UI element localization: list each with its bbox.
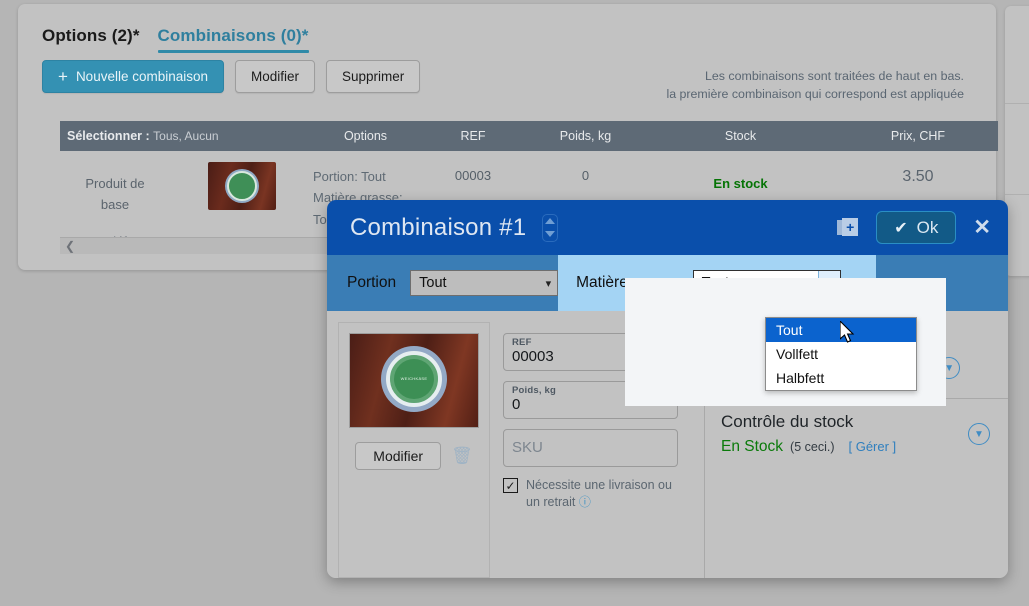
trash-icon[interactable]: 🗑 bbox=[451, 446, 473, 466]
manage-stock-link[interactable]: [ Gérer ] bbox=[848, 439, 896, 454]
toolbar: + Nouvelle combinaison Modifier Supprime… bbox=[42, 60, 421, 93]
dialog-titlebar: Combinaison #1 + ✔ Ok ✕ bbox=[327, 200, 1008, 255]
weight-field-label: Poids, kg bbox=[512, 385, 557, 396]
edit-label: Modifier bbox=[251, 69, 300, 84]
weight-field[interactable]: Poids, kg 0 bbox=[503, 381, 678, 419]
new-combination-button[interactable]: + Nouvelle combinaison bbox=[42, 60, 225, 93]
fat-value: Tout bbox=[701, 275, 730, 291]
stock-status: En Stock bbox=[721, 438, 784, 455]
shipping-line-2: un retrait bbox=[526, 494, 576, 509]
note-line-2: la première combinaison qui correspond e… bbox=[666, 86, 964, 101]
header-options: Options bbox=[343, 129, 388, 143]
tab-bar: Options (2)* Combinaisons (0)* bbox=[42, 26, 309, 53]
portion-option-group: Portion Tout ▾ bbox=[327, 255, 559, 311]
row-select-line2: base bbox=[100, 196, 130, 212]
stock-status-row: En Stock (5 ceci.) [ Gérer ] bbox=[721, 438, 953, 456]
chevron-down-icon: ▾ bbox=[545, 277, 552, 290]
fat-select[interactable]: Tout ▾ bbox=[692, 270, 841, 296]
right-edge-panel bbox=[1005, 6, 1029, 276]
weight-field-value: 0 bbox=[512, 396, 521, 413]
ok-label: Ok bbox=[916, 217, 939, 237]
ref-field-label: REF bbox=[512, 337, 532, 348]
dropdown-option-halbfett[interactable]: Halbfett bbox=[766, 366, 916, 390]
dialog-title-actions: + ✔ Ok ✕ bbox=[837, 211, 991, 244]
product-thumbnail[interactable] bbox=[207, 162, 276, 210]
table-header-row: Sélectionner : Tous, Aucun Options REF P… bbox=[60, 121, 998, 151]
modify-image-label: Modifier bbox=[373, 448, 424, 464]
close-icon[interactable]: ✕ bbox=[973, 217, 991, 238]
header-weight: Poids, kg bbox=[559, 129, 612, 143]
currency-label: CHF bbox=[721, 356, 765, 379]
delete-label: Supprimer bbox=[342, 69, 405, 84]
shipping-checkbox[interactable]: ✓ bbox=[503, 478, 518, 493]
duplicate-icon[interactable]: + bbox=[837, 217, 859, 238]
shipping-line-1: Nécessite une livraison ou bbox=[526, 478, 672, 492]
help-circle-icon[interactable]: ⓘ bbox=[579, 495, 591, 509]
tab-combinaisons[interactable]: Combinaisons (0)* bbox=[157, 26, 309, 53]
fat-option-group: Matière grasse Tout ▾ bbox=[558, 255, 877, 311]
header-select-actions[interactable]: Tous, Aucun bbox=[153, 129, 218, 143]
tab-options[interactable]: Options (2)* bbox=[42, 26, 140, 46]
combination-note: Les combinaisons sont traitées de haut e… bbox=[666, 68, 964, 104]
portion-label: Portion bbox=[347, 274, 397, 291]
header-price: Prix, CHF bbox=[890, 129, 946, 143]
stock-quantity: (5 ceci.) bbox=[790, 440, 835, 454]
sku-field-placeholder: SKU bbox=[512, 439, 543, 456]
row-select-line1: Produit de bbox=[85, 176, 145, 191]
tab-combinaisons-label: Combinaisons (0) bbox=[157, 26, 302, 45]
shipping-label: Nécessite une livraison ou un retrait ⓘ bbox=[526, 477, 672, 511]
tab-options-star: * bbox=[132, 26, 140, 45]
modify-image-button[interactable]: Modifier bbox=[355, 442, 442, 470]
new-combination-label: Nouvelle combinaison bbox=[75, 69, 209, 84]
portion-value: Tout bbox=[419, 275, 447, 291]
left-column: WEICHKÄSE Modifier 🗑 REF 00003 Poids, kg… bbox=[327, 311, 704, 578]
stock-title: Contrôle du stock bbox=[721, 412, 854, 431]
chevron-down-icon[interactable]: ▾ bbox=[817, 271, 840, 295]
tab-options-label: Options (2) bbox=[42, 26, 133, 45]
fields-column: REF 00003 Poids, kg 0 SKU ✓ Nécessite un… bbox=[490, 322, 704, 578]
ref-field[interactable]: REF 00003 bbox=[503, 333, 678, 371]
delete-button[interactable]: Supprimer bbox=[326, 60, 421, 93]
price-expand-icon[interactable]: ▼ bbox=[938, 357, 961, 379]
sku-field[interactable]: SKU bbox=[503, 429, 678, 467]
stock-expand-icon[interactable]: ▼ bbox=[968, 423, 990, 445]
shipping-checkbox-row[interactable]: ✓ Nécessite une livraison ou un retrait … bbox=[503, 477, 683, 511]
mouse-cursor bbox=[840, 321, 855, 343]
ok-button[interactable]: ✔ Ok bbox=[876, 211, 957, 244]
header-select-label: Sélectionner : bbox=[67, 129, 150, 143]
tab-combinaisons-star: * bbox=[301, 26, 309, 45]
page-title: Combinaison #1 bbox=[350, 213, 527, 241]
row-option-portion: Portion: Tout bbox=[313, 169, 386, 184]
fat-label: Matière grasse bbox=[576, 274, 679, 291]
product-image-caption: WEICHKÄSE bbox=[400, 376, 428, 382]
chevron-left-icon[interactable]: ❮ bbox=[65, 239, 75, 253]
option-selectors-bar: Portion Tout ▾ Matière grasse Tout ▾ bbox=[327, 255, 1008, 311]
header-ref: REF bbox=[460, 129, 486, 143]
stock-section: Contrôle du stock En Stock (5 ceci.) [ G… bbox=[705, 398, 1008, 456]
ref-field-value: 00003 bbox=[512, 348, 554, 365]
edit-button[interactable]: Modifier bbox=[235, 60, 316, 93]
portion-select[interactable]: Tout ▾ bbox=[410, 270, 559, 296]
header-select: Sélectionner : Tous, Aucun bbox=[60, 129, 313, 143]
product-image[interactable]: WEICHKÄSE bbox=[349, 333, 479, 428]
plus-icon: + bbox=[58, 67, 68, 86]
image-box: WEICHKÄSE Modifier 🗑 bbox=[338, 322, 490, 578]
dropdown-option-vollfett[interactable]: Vollfett bbox=[766, 342, 916, 366]
status-badge: En stock bbox=[713, 176, 768, 191]
image-actions: Modifier 🗑 bbox=[355, 442, 473, 470]
check-glyph: ✓ bbox=[505, 478, 516, 493]
header-stock: Stock bbox=[724, 129, 757, 143]
check-icon: ✔ bbox=[894, 219, 908, 237]
up-down-spinner-icon[interactable] bbox=[542, 213, 559, 242]
screen: Options (2)* Combinaisons (0)* + Nouvell… bbox=[0, 0, 1029, 606]
note-line-1: Les combinaisons sont traitées de haut e… bbox=[705, 69, 964, 83]
